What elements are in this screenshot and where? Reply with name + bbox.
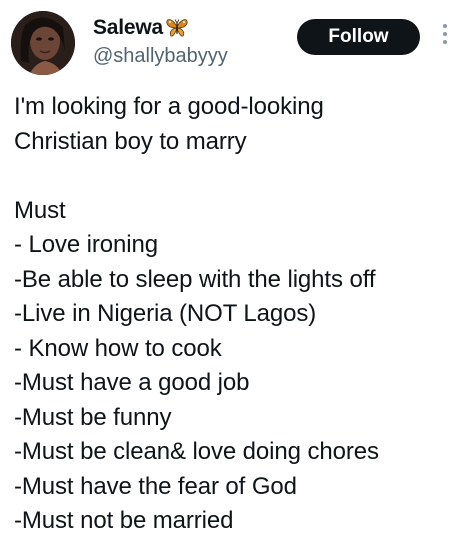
tweet-line: I'm looking for a good-looking <box>14 93 324 120</box>
requirement-item: - Know how to cook <box>14 334 222 362</box>
requirement-item: - Love ironing <box>14 231 159 258</box>
requirement-item: -Must not be married <box>14 507 234 534</box>
more-options-icon[interactable] <box>440 24 450 52</box>
author-name-row[interactable]: Salewa <box>93 16 188 40</box>
tweet-line: Christian boy to marry <box>14 127 247 155</box>
avatar-photo <box>11 11 75 75</box>
requirement-item: -Must be funny <box>14 403 172 431</box>
requirement-item: -Must be clean& love doing chores <box>14 438 379 465</box>
butterfly-icon <box>166 18 188 38</box>
tweet-card: Salewa @shallybabyyy Follow I'm looking … <box>0 0 471 542</box>
list-heading: Must <box>14 196 66 224</box>
user-handle[interactable]: @shallybabyyy <box>93 44 228 68</box>
follow-button[interactable]: Follow <box>297 19 420 55</box>
requirement-item: -Must have a good job <box>14 369 250 396</box>
avatar[interactable] <box>11 11 75 75</box>
requirement-item: -Must have the fear of God <box>14 472 297 500</box>
requirement-item: -Be able to sleep with the lights off <box>14 265 376 293</box>
requirement-item: -Live in Nigeria (NOT Lagos) <box>14 300 317 327</box>
tweet-text: I'm looking for a good-looking Christian… <box>14 90 464 539</box>
display-name[interactable]: Salewa <box>93 16 163 40</box>
